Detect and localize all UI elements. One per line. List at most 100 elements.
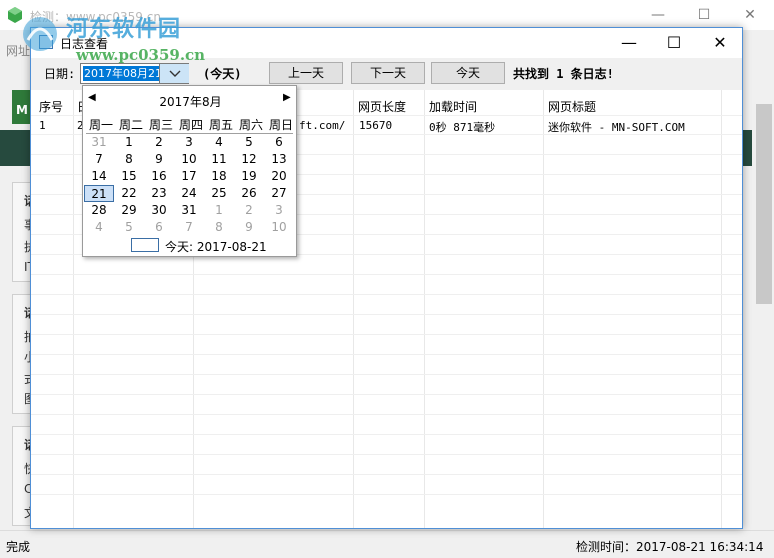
header-index[interactable]: 序号 <box>39 98 63 115</box>
weekday-label: 周四 <box>178 118 203 132</box>
weekday-label: 周六 <box>238 118 263 132</box>
calendar-day[interactable]: 4 <box>204 134 234 151</box>
dialog-close-icon[interactable]: ✕ <box>707 32 733 54</box>
calendar-day[interactable]: 23 <box>144 185 174 202</box>
calendar-day[interactable]: 31 <box>84 134 114 151</box>
calendar-day[interactable]: 2 <box>234 202 264 219</box>
header-page-length[interactable]: 网页长度 <box>358 98 406 115</box>
calendar-day[interactable]: 19 <box>234 168 264 185</box>
date-value[interactable]: 2017年08月21 <box>83 66 163 81</box>
calendar-day[interactable]: 30 <box>144 202 174 219</box>
row-divider <box>31 354 742 355</box>
calendar-day[interactable]: 8 <box>204 219 234 236</box>
row-divider <box>31 374 742 375</box>
calendar-day[interactable]: 28 <box>84 202 114 219</box>
calendar-popup: 2017年8月 ◀ ▶ 周一 周二 周三 周四 周五 周六 周日 31 1 2 … <box>82 85 297 257</box>
today-button[interactable]: 今天 <box>431 62 505 84</box>
calendar-day[interactable]: 15 <box>114 168 144 185</box>
calendar-day[interactable]: 6 <box>144 219 174 236</box>
calendar-today-link[interactable]: 今天: 2017-08-21 <box>165 238 267 255</box>
table-cell[interactable]: 1 <box>39 119 46 132</box>
row-divider <box>31 274 742 275</box>
calendar-day[interactable]: 18 <box>204 168 234 185</box>
calendar-day[interactable]: 9 <box>144 151 174 168</box>
row-divider <box>31 494 742 495</box>
calendar-day[interactable]: 5 <box>114 219 144 236</box>
calendar-day[interactable]: 26 <box>234 185 264 202</box>
minimize-icon[interactable]: — <box>648 5 668 25</box>
next-day-button[interactable]: 下一天 <box>351 62 425 84</box>
calendar-day[interactable]: 13 <box>264 151 294 168</box>
watermark-logo-icon <box>23 17 57 51</box>
calendar-day[interactable]: 20 <box>264 168 294 185</box>
close-icon[interactable]: ✕ <box>740 5 760 25</box>
row-divider <box>31 474 742 475</box>
weekday-label: 周日 <box>268 118 293 132</box>
row-divider <box>31 334 742 335</box>
calendar-day[interactable]: 27 <box>264 185 294 202</box>
chevron-down-icon[interactable] <box>159 64 189 83</box>
calendar-day[interactable]: 9 <box>234 219 264 236</box>
weekday-label: 周三 <box>148 118 173 132</box>
header-load-time[interactable]: 加载时间 <box>429 98 477 115</box>
calendar-day[interactable]: 3 <box>264 202 294 219</box>
watermark-url: www.pc0359.cn <box>76 46 206 64</box>
calendar-day-selected[interactable]: 21 <box>84 185 114 202</box>
table-cell[interactable]: 迷你软件 - MN-SOFT.COM <box>548 119 685 135</box>
row-divider <box>31 314 742 315</box>
calendar-day[interactable]: 22 <box>114 185 144 202</box>
date-label: 日期: <box>44 67 76 81</box>
calendar-day[interactable]: 25 <box>204 185 234 202</box>
calendar-day[interactable]: 16 <box>144 168 174 185</box>
calendar-month-title: 2017年8月 <box>159 95 222 109</box>
background-scrollbar-thumb[interactable] <box>756 104 772 304</box>
row-divider <box>31 454 742 455</box>
weekday-label: 周一 <box>88 118 113 132</box>
calendar-prev-icon[interactable]: ◀ <box>88 92 96 103</box>
calendar-day[interactable]: 24 <box>174 185 204 202</box>
calendar-day[interactable]: 5 <box>234 134 264 151</box>
column-divider <box>721 90 722 528</box>
date-picker[interactable]: 2017年08月21 <box>80 63 189 84</box>
row-divider <box>31 294 742 295</box>
dialog-minimize-icon[interactable]: — <box>616 32 642 54</box>
row-divider <box>31 434 742 435</box>
column-divider <box>543 90 544 528</box>
calendar-day[interactable]: 2 <box>144 134 174 151</box>
dialog-maximize-icon[interactable]: ☐ <box>661 32 687 54</box>
calendar-day[interactable]: 14 <box>84 168 114 185</box>
previous-day-button[interactable]: 上一天 <box>269 62 343 84</box>
row-divider <box>31 414 742 415</box>
calendar-day[interactable]: 8 <box>114 151 144 168</box>
header-page-title[interactable]: 网页标题 <box>548 98 596 115</box>
maximize-icon[interactable]: ☐ <box>694 5 714 25</box>
calendar-day[interactable]: 1 <box>114 134 144 151</box>
today-marker[interactable] <box>131 238 159 252</box>
calendar-day[interactable]: 17 <box>174 168 204 185</box>
calendar-day[interactable]: 7 <box>174 219 204 236</box>
calendar-day[interactable]: 12 <box>234 151 264 168</box>
calendar-day[interactable]: 29 <box>114 202 144 219</box>
table-cell[interactable]: 15670 <box>359 119 392 132</box>
table-cell[interactable]: ft.com/ <box>299 119 345 132</box>
calendar-day[interactable]: 3 <box>174 134 204 151</box>
weekday-label: 周五 <box>208 118 233 132</box>
calendar-next-icon[interactable]: ▶ <box>283 92 291 103</box>
m-logo-icon: M <box>12 90 32 124</box>
calendar-day[interactable]: 1 <box>204 202 234 219</box>
table-cell[interactable]: 0秒 871毫秒 <box>429 119 495 135</box>
calendar-day[interactable]: 6 <box>264 134 294 151</box>
check-time-text: 检测时间：2017-08-21 16:34:14 <box>576 540 764 554</box>
calendar-day[interactable]: 31 <box>174 202 204 219</box>
calendar-day[interactable]: 10 <box>174 151 204 168</box>
weekday-label: 周二 <box>118 118 143 132</box>
status-text: 完成 <box>6 540 31 554</box>
calendar-day[interactable]: 4 <box>84 219 114 236</box>
calendar-day[interactable]: 7 <box>84 151 114 168</box>
calendar-day[interactable]: 11 <box>204 151 234 168</box>
column-divider <box>353 90 354 528</box>
column-divider <box>73 90 74 528</box>
found-count-text: 共找到 1 条日志! <box>513 67 614 81</box>
column-divider <box>424 90 425 528</box>
calendar-day[interactable]: 10 <box>264 219 294 236</box>
